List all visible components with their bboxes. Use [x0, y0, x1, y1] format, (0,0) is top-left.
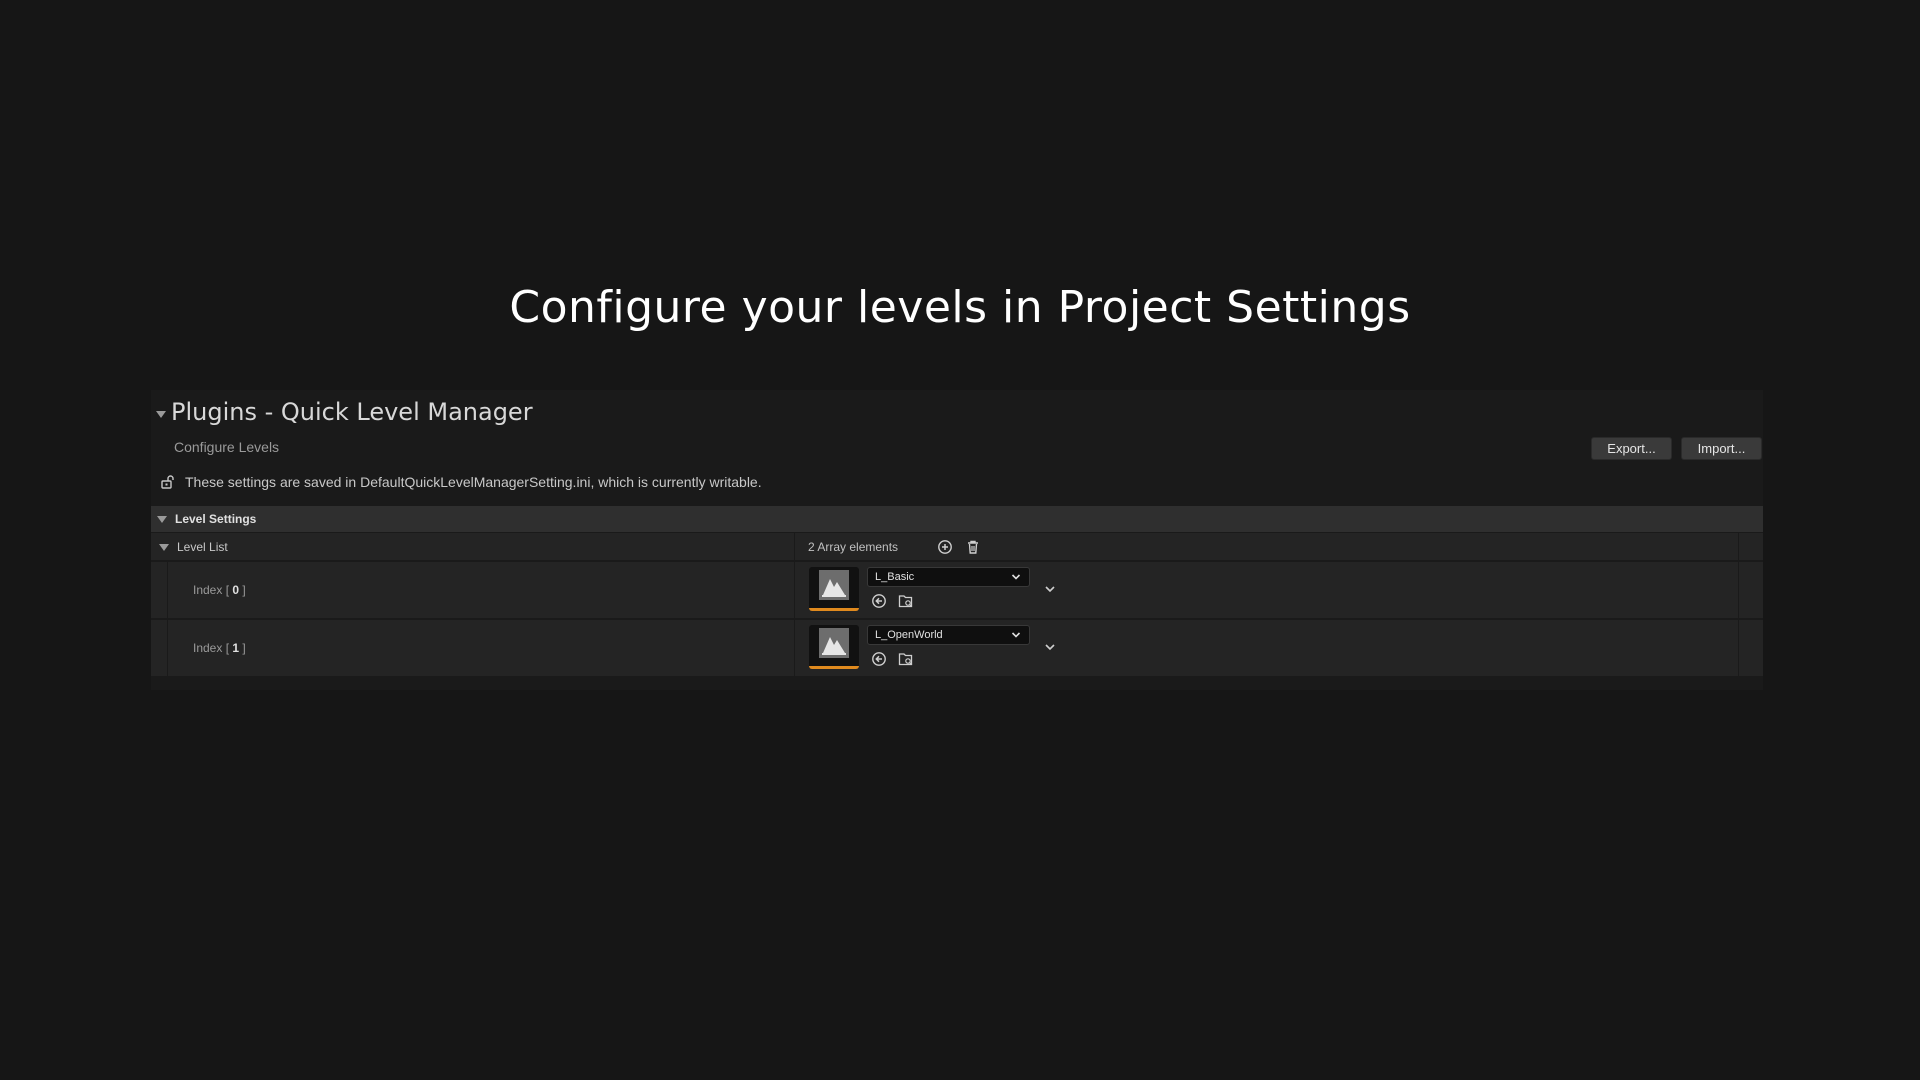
- import-button[interactable]: Import...: [1681, 437, 1762, 460]
- category-level-settings[interactable]: Level Settings: [151, 506, 1763, 532]
- level-asset-dropdown[interactable]: L_OpenWorld: [867, 625, 1030, 645]
- level-asset-dropdown[interactable]: L_Basic: [867, 567, 1030, 587]
- config-notice: These settings are saved in DefaultQuick…: [161, 474, 762, 490]
- level-list-label-text: Level List: [177, 540, 228, 554]
- section-title-text: Plugins - Quick Level Manager: [171, 398, 533, 426]
- section-subtitle: Configure Levels: [174, 439, 280, 455]
- section-title[interactable]: Plugins - Quick Level Manager: [156, 398, 533, 426]
- trash-icon[interactable]: [965, 539, 981, 555]
- index-suffix: ]: [239, 583, 246, 597]
- collapse-triangle-icon[interactable]: [159, 543, 169, 551]
- level-asset-name: L_Basic: [875, 571, 915, 583]
- level-map-icon: [819, 628, 849, 663]
- folder-search-icon[interactable]: [898, 593, 914, 609]
- collapse-triangle-icon[interactable]: [157, 515, 167, 523]
- column-divider[interactable]: [794, 533, 795, 560]
- row-gutter: [1738, 620, 1739, 676]
- add-element-icon[interactable]: [937, 539, 953, 555]
- settings-panel: Plugins - Quick Level Manager Configure …: [151, 390, 1763, 690]
- array-count: 2 Array elements: [808, 540, 899, 554]
- level-list-row: Level List 2 Array elements: [151, 533, 1763, 561]
- chevron-down-icon: [1011, 630, 1021, 643]
- array-element-row: Index [ 0 ] L_Basic: [151, 562, 1763, 619]
- collapse-triangle-icon[interactable]: [156, 411, 166, 418]
- use-selected-asset-icon[interactable]: [871, 593, 887, 609]
- index-prefix: Index [: [193, 641, 233, 655]
- use-selected-asset-icon[interactable]: [871, 651, 887, 667]
- folder-search-icon[interactable]: [898, 651, 914, 667]
- array-element-row: Index [ 1 ] L_OpenWorld: [151, 620, 1763, 677]
- level-thumbnail[interactable]: [809, 567, 859, 611]
- index-label: Index [ 1 ]: [193, 641, 246, 655]
- export-button[interactable]: Export...: [1591, 437, 1672, 460]
- row-indent: [167, 562, 168, 618]
- config-notice-text: These settings are saved in DefaultQuick…: [185, 474, 762, 490]
- level-thumbnail[interactable]: [809, 625, 859, 669]
- column-divider[interactable]: [794, 562, 795, 618]
- level-map-icon: [819, 570, 849, 605]
- level-list-label[interactable]: Level List: [159, 540, 228, 554]
- row-gutter: [1738, 533, 1739, 560]
- row-indent: [167, 620, 168, 676]
- level-asset-name: L_OpenWorld: [875, 629, 943, 641]
- unlock-icon: [161, 475, 175, 489]
- index-prefix: Index [: [193, 583, 233, 597]
- page-headline: Configure your levels in Project Setting…: [509, 282, 1411, 333]
- index-label: Index [ 0 ]: [193, 583, 246, 597]
- index-suffix: ]: [239, 641, 246, 655]
- chevron-down-icon[interactable]: [1044, 583, 1056, 595]
- category-label: Level Settings: [175, 512, 257, 526]
- chevron-down-icon: [1011, 572, 1021, 585]
- row-gutter: [1738, 562, 1739, 618]
- column-divider[interactable]: [794, 620, 795, 676]
- chevron-down-icon[interactable]: [1044, 641, 1056, 653]
